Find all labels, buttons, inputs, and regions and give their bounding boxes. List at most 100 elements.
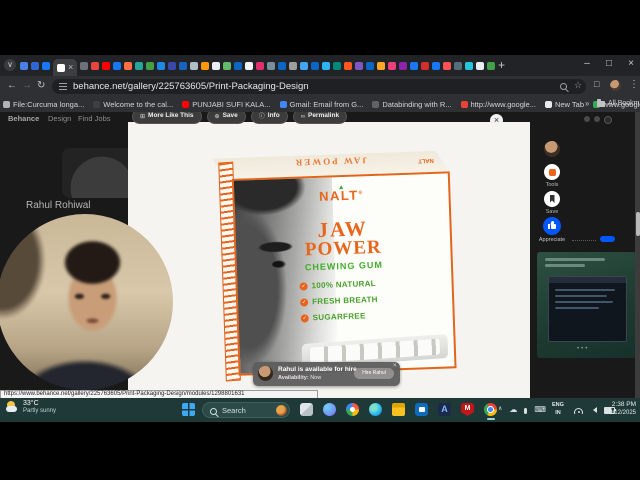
notifications-bell-icon[interactable] (584, 116, 590, 122)
modal-close-button[interactable]: × (490, 114, 503, 127)
active-tab[interactable]: × (53, 59, 78, 76)
store-icon[interactable] (415, 403, 428, 416)
account-avatar[interactable] (604, 116, 612, 124)
behance-logo[interactable]: Behance (8, 114, 39, 123)
tab-favicon[interactable] (256, 61, 265, 70)
widgets-icon[interactable] (300, 403, 313, 416)
all-bookmarks-button[interactable]: All Bookmarks (597, 98, 640, 107)
toolbar-pill-info[interactable]: ⓘ Info (250, 112, 288, 124)
tab-favicon[interactable] (168, 61, 177, 70)
hire-button[interactable]: Hire Rahul (354, 368, 394, 379)
tab-favicon[interactable] (146, 61, 155, 70)
menu-kebab-icon[interactable]: ⋮ (629, 79, 639, 90)
tab-favicon[interactable] (410, 61, 419, 70)
tab-favicon[interactable] (278, 61, 287, 70)
toolbar-pill-permalink[interactable]: ∞ Permalink (292, 112, 348, 124)
toolbar-pill-save[interactable]: ⊕ Save (206, 112, 246, 124)
bookmark-star-icon[interactable]: ☆ (574, 80, 582, 91)
new-tab-button[interactable]: + (498, 58, 505, 72)
back-icon[interactable]: ← (7, 80, 17, 91)
chrome-icon[interactable] (484, 403, 497, 420)
rail-save-button[interactable] (544, 191, 560, 207)
tab-favicon[interactable] (212, 61, 221, 70)
scrollbar-thumb[interactable] (635, 212, 640, 236)
chevron-up-icon[interactable]: ∧ (498, 404, 502, 415)
toolbar-pill-more-like-this[interactable]: ⊞ More Like This (132, 112, 202, 124)
messages-icon[interactable] (594, 116, 600, 122)
edge-icon[interactable] (369, 403, 382, 416)
tab-favicon[interactable] (377, 61, 386, 70)
side-thumbnail-card[interactable]: ••• (537, 252, 636, 358)
tab-favicon[interactable] (234, 61, 243, 70)
zoom-lens-icon[interactable] (560, 83, 567, 90)
tab-favicon[interactable] (42, 61, 50, 70)
window-minimize-button[interactable]: – (580, 58, 594, 69)
scrollbar-track[interactable] (635, 112, 640, 398)
explorer-icon[interactable] (392, 403, 405, 416)
taskbar-search[interactable]: Search (202, 402, 290, 418)
tab-search-icon[interactable]: ∨ (4, 59, 16, 71)
tab-favicon[interactable] (289, 61, 298, 70)
bookmark-item[interactable]: PUNJABI SUFI KALA... (182, 100, 271, 109)
bookmark-item[interactable]: Gmail: Email from G... (279, 100, 363, 109)
hire-popup-close-icon[interactable]: × (393, 363, 397, 369)
tab-favicon[interactable] (487, 61, 496, 70)
photos-icon[interactable] (346, 403, 359, 416)
tab-favicon[interactable] (102, 61, 111, 70)
tab-favicon[interactable] (465, 61, 474, 70)
rail-owner-avatar[interactable] (544, 141, 560, 157)
start-button[interactable] (182, 403, 195, 416)
bookmarks-overflow-icon[interactable]: » (585, 99, 589, 108)
weather-widget[interactable]: 33°C Partly sunny (6, 400, 56, 415)
tab-favicon[interactable] (443, 61, 452, 70)
acrobat-icon[interactable] (438, 403, 451, 416)
tab-favicon[interactable] (421, 61, 430, 70)
rail-tools-button[interactable] (544, 164, 560, 180)
tab-favicon[interactable] (157, 61, 166, 70)
tab-favicon[interactable] (333, 61, 342, 70)
tab-favicon[interactable] (91, 61, 100, 70)
onedrive-icon[interactable]: ☁ (509, 404, 517, 415)
mic-icon[interactable] (524, 407, 528, 414)
bookmark-item[interactable]: http://www.google... (460, 100, 536, 109)
copilot-icon[interactable] (323, 403, 336, 416)
taskbar-clock[interactable]: 2:38 PM 9/12/2025 (604, 401, 636, 417)
tab-favicon[interactable] (322, 61, 331, 70)
refresh-icon[interactable]: ↻ (37, 80, 45, 91)
follow-button[interactable] (600, 236, 615, 242)
bookmark-item[interactable]: File:Curcuma longa... (3, 100, 84, 109)
tab-favicon[interactable] (223, 61, 232, 70)
mcafee-icon[interactable] (461, 403, 474, 416)
tab-groups-icon[interactable]: □ (594, 79, 599, 89)
tab-favicon[interactable] (476, 61, 485, 70)
window-maximize-button[interactable]: □ (602, 58, 616, 69)
tab-favicon[interactable] (432, 61, 441, 70)
tab-favicon[interactable] (80, 61, 89, 70)
nav-item-find-jobs[interactable]: Find Jobs (78, 114, 111, 123)
nav-item-design[interactable]: Design (48, 114, 71, 123)
tab-favicon[interactable] (179, 61, 188, 70)
tab-favicon[interactable] (31, 61, 39, 70)
tab-favicon[interactable] (267, 61, 276, 70)
tab-favicon[interactable] (366, 61, 375, 70)
tab-favicon[interactable] (344, 61, 353, 70)
tab-favicon[interactable] (454, 61, 463, 70)
bookmark-item[interactable]: Welcome to the cal... (93, 100, 173, 109)
tab-favicon[interactable] (355, 61, 364, 70)
tab-favicon[interactable] (388, 61, 397, 70)
tab-favicon[interactable] (311, 61, 320, 70)
window-close-button[interactable]: × (624, 58, 638, 69)
tab-favicon[interactable] (135, 61, 144, 70)
tab-favicon[interactable] (113, 61, 122, 70)
wifi-icon[interactable] (574, 407, 583, 414)
tab-favicon[interactable] (399, 61, 408, 70)
rail-appreciate-button[interactable] (543, 217, 561, 235)
language-indicator[interactable]: ENG IN (552, 401, 564, 417)
bookmark-item[interactable]: Databinding with R... (372, 100, 452, 109)
tab-favicon[interactable] (20, 61, 28, 70)
tab-favicon[interactable] (190, 61, 199, 70)
browser-profile-avatar[interactable] (610, 80, 621, 91)
forward-icon[interactable]: → (22, 80, 32, 91)
keyboard-icon[interactable]: ⌨ (534, 404, 546, 415)
tab-favicon[interactable] (245, 61, 254, 70)
